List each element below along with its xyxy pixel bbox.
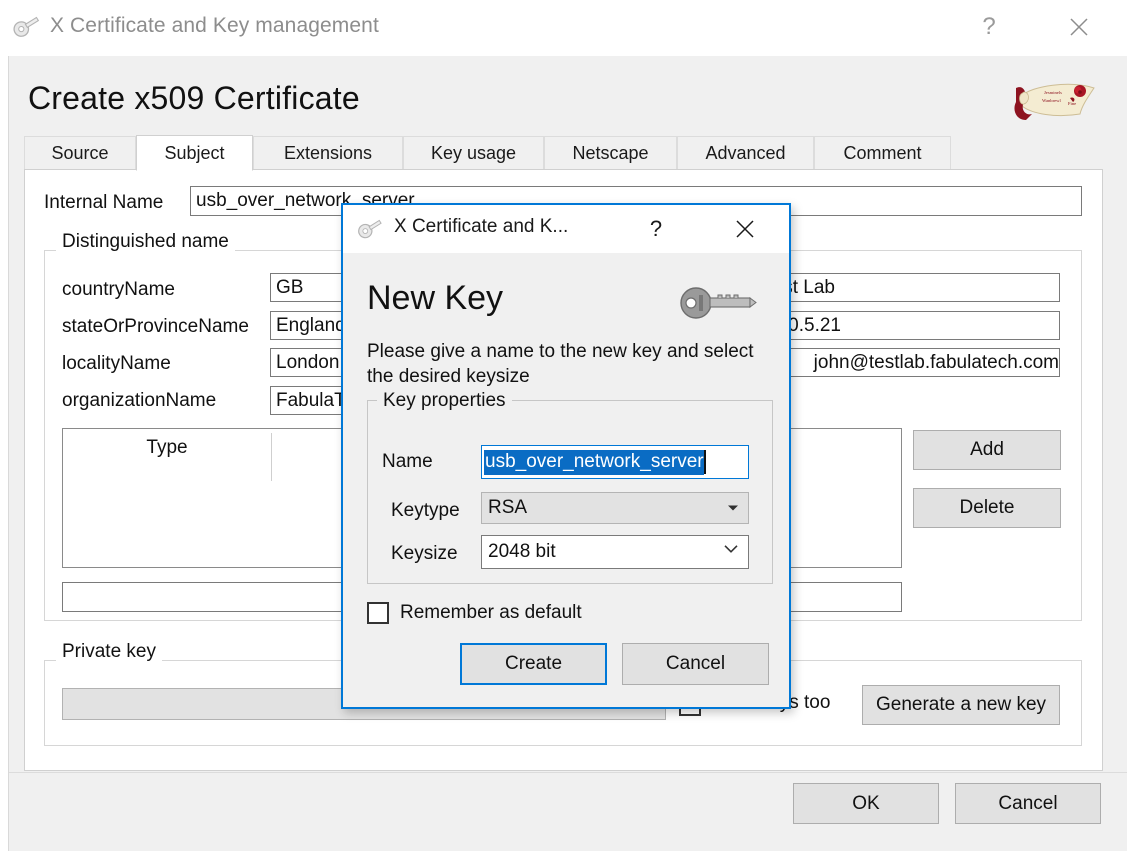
tab-bar: Source Subject Extensions Key usage Nets… (24, 135, 1103, 171)
dialog-help-button[interactable]: ? (639, 213, 673, 245)
ok-button[interactable]: OK (793, 783, 939, 824)
key-name-label: Name (382, 451, 433, 472)
dialog-description: Please give a name to the new key and se… (367, 341, 754, 387)
tab-source[interactable]: Source (24, 136, 136, 170)
key-properties-label: Key properties (377, 390, 512, 412)
key-icon (357, 219, 385, 241)
key-size-label: Keysize (391, 543, 458, 564)
distinguished-name-label: Distinguished name (56, 231, 235, 253)
key-name-input[interactable]: usb_over_network_server (481, 445, 749, 479)
chevron-down-icon (728, 505, 738, 511)
dialog-heading: New Key (367, 279, 504, 317)
internal-name-label: Internal Name (44, 192, 164, 213)
footer-separator (9, 772, 1127, 773)
application-window: X Certificate and Key management ? Creat… (0, 0, 1127, 851)
window-title: X Certificate and Key management (50, 14, 379, 37)
window-frame-line (8, 56, 9, 851)
window-titlebar: X Certificate and Key management ? (0, 0, 1127, 56)
key-icon (12, 16, 42, 40)
keytype-combobox[interactable]: RSA (481, 492, 749, 524)
organization-name-label: organizationName (62, 390, 217, 411)
tab-advanced[interactable]: Advanced (677, 136, 814, 170)
remember-as-default-checkbox[interactable] (367, 602, 389, 624)
state-or-province-name-label: stateOrProvinceName (62, 316, 249, 337)
certificate-scroll-icon: Jesminels Wanbrewl Fine (1010, 74, 1102, 122)
dialog-cancel-button[interactable]: Cancel (622, 643, 769, 685)
country-name-label: countryName (62, 279, 175, 300)
add-button[interactable]: Add (913, 430, 1061, 470)
keysize-combobox[interactable]: 2048 bit (481, 535, 749, 569)
tab-subject[interactable]: Subject (136, 135, 253, 171)
key-type-label: Keytype (391, 500, 460, 521)
dialog-title: X Certificate and K... (394, 216, 569, 237)
svg-text:Wanbrewl: Wanbrewl (1042, 98, 1061, 103)
create-button[interactable]: Create (460, 643, 607, 685)
cancel-button[interactable]: Cancel (955, 783, 1101, 824)
table-column-divider (271, 433, 272, 481)
tab-comment[interactable]: Comment (814, 136, 951, 170)
email-address-value: john@testlab.fabulatech.com (813, 351, 1059, 373)
chevron-down-icon (723, 539, 739, 561)
tab-key-usage[interactable]: Key usage (403, 136, 544, 170)
dialog-close-icon[interactable] (728, 213, 762, 245)
close-icon[interactable] (1050, 0, 1108, 54)
svg-text:Fine: Fine (1068, 101, 1076, 106)
page-title: Create x509 Certificate (28, 80, 360, 116)
svg-text:Jesminels: Jesminels (1044, 90, 1062, 95)
keysize-value: 2048 bit (488, 541, 556, 562)
tab-extensions[interactable]: Extensions (253, 136, 403, 170)
dialog-titlebar: X Certificate and K... ? (343, 205, 789, 253)
key-icon (678, 282, 758, 324)
key-name-value: usb_over_network_server (484, 449, 704, 475)
remember-as-default-label: Remember as default (400, 602, 582, 623)
locality-name-label: localityName (62, 353, 171, 374)
delete-button[interactable]: Delete (913, 488, 1061, 528)
private-key-label: Private key (56, 641, 162, 663)
text-caret (703, 450, 706, 474)
table-column-header-type: Type (146, 437, 188, 458)
generate-new-key-button[interactable]: Generate a new key (862, 685, 1060, 725)
help-button[interactable]: ? (960, 0, 1018, 54)
keytype-value: RSA (488, 497, 528, 518)
tab-netscape[interactable]: Netscape (544, 136, 677, 170)
